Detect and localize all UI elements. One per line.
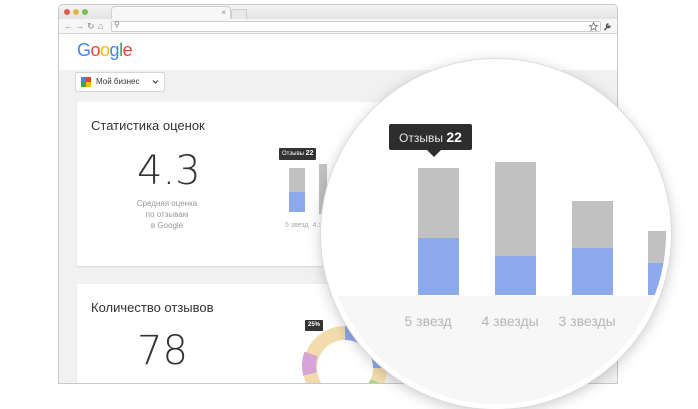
bar-category-label: 4 звезды [481, 313, 539, 329]
business-icon [81, 77, 91, 87]
wrench-icon[interactable] [603, 22, 612, 31]
bar-0-blue-segment[interactable] [418, 237, 459, 295]
google-logo-letter: g [109, 40, 120, 60]
bar-1-blue-segment[interactable] [495, 256, 536, 295]
reload-icon[interactable]: ↻ [87, 19, 95, 33]
mini-axis-label: 5 звезд 4 з [285, 222, 322, 229]
back-arrow-icon[interactable]: ← [64, 19, 73, 33]
mini-bar-5-grey[interactable] [289, 168, 305, 192]
magnifier-lens: Отзывы 22 5 звезд 4 звезды 3 звезды [321, 59, 671, 409]
close-window-button[interactable] [64, 9, 70, 15]
bar-1-grey-segment[interactable] [495, 162, 536, 256]
magnified-bar-chart: 5 звезд 4 звезды 3 звезды [326, 64, 666, 404]
forward-arrow-icon[interactable]: → [75, 19, 84, 33]
address-bar[interactable]: ⚲ [111, 20, 601, 32]
bar-partial-grey-segment[interactable] [648, 231, 666, 263]
bar-2-blue-segment[interactable] [572, 248, 613, 295]
bar-category-label: 3 звезды [558, 313, 616, 329]
mini-bar-5-blue[interactable] [289, 192, 305, 212]
bar-0-grey-segment[interactable] [418, 167, 459, 238]
magnifier-content: Отзывы 22 5 звезд 4 звезды 3 звезды [326, 64, 666, 404]
google-logo[interactable]: Google [77, 40, 133, 61]
star-icon[interactable] [589, 22, 598, 31]
google-logo-letter: e [122, 40, 133, 60]
tab-close-icon[interactable]: × [221, 7, 226, 19]
average-rating: 4.3 [137, 148, 201, 194]
chevron-down-icon [152, 80, 159, 84]
home-icon[interactable]: ⌂ [98, 19, 103, 33]
bar-2-grey-segment[interactable] [572, 201, 613, 249]
google-logo-letter: o [90, 40, 101, 60]
bar-partial-blue-segment[interactable] [648, 263, 666, 295]
minimize-window-button[interactable] [73, 9, 79, 15]
mini-reviews-tooltip: Отзывы 22 [279, 148, 317, 160]
google-logo-letter: G [77, 40, 91, 60]
browser-tab[interactable]: × [111, 6, 231, 20]
bar-category-label: 5 звезд [404, 313, 452, 329]
maximize-window-button[interactable] [82, 9, 88, 15]
mini-tooltip-value: 22 [305, 150, 314, 157]
reviews-count: 78 [137, 328, 188, 374]
search-icon: ⚲ [114, 20, 120, 29]
average-rating-caption: Средняя оценка по отзывам в Google [127, 198, 207, 231]
google-logo-letter: o [100, 40, 110, 60]
mini-tooltip-label: Отзывы [282, 151, 304, 157]
average-caption-line-3: в Google [150, 221, 184, 230]
my-business-label: Мой бизнес [96, 77, 140, 86]
browser-toolbar: ← → ↻ ⌂ ⚲ [59, 19, 617, 34]
donut-tooltip: 25% [305, 320, 324, 331]
average-caption-line-1: Средняя оценка [136, 199, 198, 208]
reviews-card-title: Количество отзывов [91, 300, 214, 315]
title-bar: × [59, 5, 617, 20]
average-caption-line-2: по отзывам [145, 210, 189, 219]
ratings-card-title: Статистика оценок [91, 118, 205, 133]
my-business-dropdown[interactable]: Мой бизнес [75, 72, 165, 92]
